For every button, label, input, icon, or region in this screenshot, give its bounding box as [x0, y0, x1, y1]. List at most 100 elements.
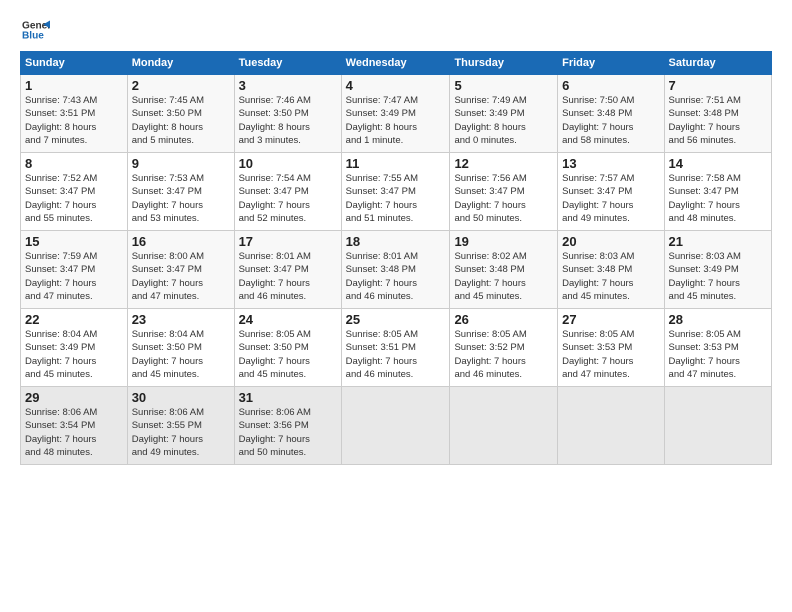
calendar-header-row: SundayMondayTuesdayWednesdayThursdayFrid… [21, 52, 772, 75]
day-info: Sunrise: 7:47 AMSunset: 3:49 PMDaylight:… [346, 94, 446, 147]
day-info: Sunrise: 7:45 AMSunset: 3:50 PMDaylight:… [132, 94, 230, 147]
day-info: Sunrise: 7:55 AMSunset: 3:47 PMDaylight:… [346, 172, 446, 225]
day-number: 9 [132, 156, 230, 171]
day-info: Sunrise: 8:06 AMSunset: 3:55 PMDaylight:… [132, 406, 230, 459]
week-row-2: 8Sunrise: 7:52 AMSunset: 3:47 PMDaylight… [21, 153, 772, 231]
day-info: Sunrise: 8:01 AMSunset: 3:47 PMDaylight:… [239, 250, 337, 303]
header-tuesday: Tuesday [234, 52, 341, 75]
day-number: 22 [25, 312, 123, 327]
day-number: 15 [25, 234, 123, 249]
day-number: 28 [669, 312, 767, 327]
day-info: Sunrise: 7:58 AMSunset: 3:47 PMDaylight:… [669, 172, 767, 225]
day-cell: 8Sunrise: 7:52 AMSunset: 3:47 PMDaylight… [21, 153, 128, 231]
header-friday: Friday [558, 52, 664, 75]
day-cell: 26Sunrise: 8:05 AMSunset: 3:52 PMDayligh… [450, 309, 558, 387]
day-cell [341, 387, 450, 465]
day-number: 8 [25, 156, 123, 171]
day-cell: 2Sunrise: 7:45 AMSunset: 3:50 PMDaylight… [127, 75, 234, 153]
svg-text:Blue: Blue [22, 30, 44, 41]
day-cell: 23Sunrise: 8:04 AMSunset: 3:50 PMDayligh… [127, 309, 234, 387]
header-thursday: Thursday [450, 52, 558, 75]
day-info: Sunrise: 8:05 AMSunset: 3:50 PMDaylight:… [239, 328, 337, 381]
day-number: 3 [239, 78, 337, 93]
day-number: 20 [562, 234, 659, 249]
day-cell: 19Sunrise: 8:02 AMSunset: 3:48 PMDayligh… [450, 231, 558, 309]
day-info: Sunrise: 7:56 AMSunset: 3:47 PMDaylight:… [454, 172, 553, 225]
day-cell: 3Sunrise: 7:46 AMSunset: 3:50 PMDaylight… [234, 75, 341, 153]
day-cell: 11Sunrise: 7:55 AMSunset: 3:47 PMDayligh… [341, 153, 450, 231]
day-cell: 22Sunrise: 8:04 AMSunset: 3:49 PMDayligh… [21, 309, 128, 387]
day-number: 16 [132, 234, 230, 249]
day-number: 12 [454, 156, 553, 171]
day-cell [664, 387, 771, 465]
day-cell: 28Sunrise: 8:05 AMSunset: 3:53 PMDayligh… [664, 309, 771, 387]
day-number: 27 [562, 312, 659, 327]
day-cell: 29Sunrise: 8:06 AMSunset: 3:54 PMDayligh… [21, 387, 128, 465]
day-info: Sunrise: 8:06 AMSunset: 3:56 PMDaylight:… [239, 406, 337, 459]
day-info: Sunrise: 8:06 AMSunset: 3:54 PMDaylight:… [25, 406, 123, 459]
day-info: Sunrise: 7:46 AMSunset: 3:50 PMDaylight:… [239, 94, 337, 147]
day-cell: 27Sunrise: 8:05 AMSunset: 3:53 PMDayligh… [558, 309, 664, 387]
day-cell: 13Sunrise: 7:57 AMSunset: 3:47 PMDayligh… [558, 153, 664, 231]
day-number: 6 [562, 78, 659, 93]
day-info: Sunrise: 8:03 AMSunset: 3:48 PMDaylight:… [562, 250, 659, 303]
day-number: 24 [239, 312, 337, 327]
day-info: Sunrise: 8:05 AMSunset: 3:52 PMDaylight:… [454, 328, 553, 381]
week-row-3: 15Sunrise: 7:59 AMSunset: 3:47 PMDayligh… [21, 231, 772, 309]
day-number: 4 [346, 78, 446, 93]
day-info: Sunrise: 8:05 AMSunset: 3:53 PMDaylight:… [669, 328, 767, 381]
week-row-5: 29Sunrise: 8:06 AMSunset: 3:54 PMDayligh… [21, 387, 772, 465]
day-info: Sunrise: 7:53 AMSunset: 3:47 PMDaylight:… [132, 172, 230, 225]
day-info: Sunrise: 7:57 AMSunset: 3:47 PMDaylight:… [562, 172, 659, 225]
day-number: 19 [454, 234, 553, 249]
day-number: 26 [454, 312, 553, 327]
day-info: Sunrise: 7:43 AMSunset: 3:51 PMDaylight:… [25, 94, 123, 147]
logo: General Blue [20, 16, 50, 43]
week-row-1: 1Sunrise: 7:43 AMSunset: 3:51 PMDaylight… [21, 75, 772, 153]
day-cell: 30Sunrise: 8:06 AMSunset: 3:55 PMDayligh… [127, 387, 234, 465]
day-info: Sunrise: 7:49 AMSunset: 3:49 PMDaylight:… [454, 94, 553, 147]
day-number: 14 [669, 156, 767, 171]
day-cell: 16Sunrise: 8:00 AMSunset: 3:47 PMDayligh… [127, 231, 234, 309]
day-cell: 18Sunrise: 8:01 AMSunset: 3:48 PMDayligh… [341, 231, 450, 309]
day-info: Sunrise: 8:04 AMSunset: 3:49 PMDaylight:… [25, 328, 123, 381]
header-wednesday: Wednesday [341, 52, 450, 75]
day-info: Sunrise: 8:03 AMSunset: 3:49 PMDaylight:… [669, 250, 767, 303]
day-number: 10 [239, 156, 337, 171]
day-number: 1 [25, 78, 123, 93]
day-number: 30 [132, 390, 230, 405]
day-info: Sunrise: 8:00 AMSunset: 3:47 PMDaylight:… [132, 250, 230, 303]
day-cell: 9Sunrise: 7:53 AMSunset: 3:47 PMDaylight… [127, 153, 234, 231]
day-number: 2 [132, 78, 230, 93]
day-info: Sunrise: 7:52 AMSunset: 3:47 PMDaylight:… [25, 172, 123, 225]
day-number: 25 [346, 312, 446, 327]
day-cell: 14Sunrise: 7:58 AMSunset: 3:47 PMDayligh… [664, 153, 771, 231]
header-sunday: Sunday [21, 52, 128, 75]
day-info: Sunrise: 8:05 AMSunset: 3:51 PMDaylight:… [346, 328, 446, 381]
day-number: 7 [669, 78, 767, 93]
day-number: 18 [346, 234, 446, 249]
day-number: 31 [239, 390, 337, 405]
header: General Blue [20, 16, 772, 43]
day-number: 11 [346, 156, 446, 171]
day-cell: 7Sunrise: 7:51 AMSunset: 3:48 PMDaylight… [664, 75, 771, 153]
day-number: 29 [25, 390, 123, 405]
day-cell: 21Sunrise: 8:03 AMSunset: 3:49 PMDayligh… [664, 231, 771, 309]
day-info: Sunrise: 7:59 AMSunset: 3:47 PMDaylight:… [25, 250, 123, 303]
day-cell [558, 387, 664, 465]
day-info: Sunrise: 8:02 AMSunset: 3:48 PMDaylight:… [454, 250, 553, 303]
day-cell: 15Sunrise: 7:59 AMSunset: 3:47 PMDayligh… [21, 231, 128, 309]
day-info: Sunrise: 8:01 AMSunset: 3:48 PMDaylight:… [346, 250, 446, 303]
header-saturday: Saturday [664, 52, 771, 75]
day-number: 5 [454, 78, 553, 93]
day-cell: 25Sunrise: 8:05 AMSunset: 3:51 PMDayligh… [341, 309, 450, 387]
day-cell: 4Sunrise: 7:47 AMSunset: 3:49 PMDaylight… [341, 75, 450, 153]
day-cell: 17Sunrise: 8:01 AMSunset: 3:47 PMDayligh… [234, 231, 341, 309]
day-cell: 10Sunrise: 7:54 AMSunset: 3:47 PMDayligh… [234, 153, 341, 231]
day-info: Sunrise: 7:54 AMSunset: 3:47 PMDaylight:… [239, 172, 337, 225]
header-monday: Monday [127, 52, 234, 75]
day-cell: 20Sunrise: 8:03 AMSunset: 3:48 PMDayligh… [558, 231, 664, 309]
day-info: Sunrise: 8:05 AMSunset: 3:53 PMDaylight:… [562, 328, 659, 381]
day-info: Sunrise: 7:51 AMSunset: 3:48 PMDaylight:… [669, 94, 767, 147]
day-number: 13 [562, 156, 659, 171]
